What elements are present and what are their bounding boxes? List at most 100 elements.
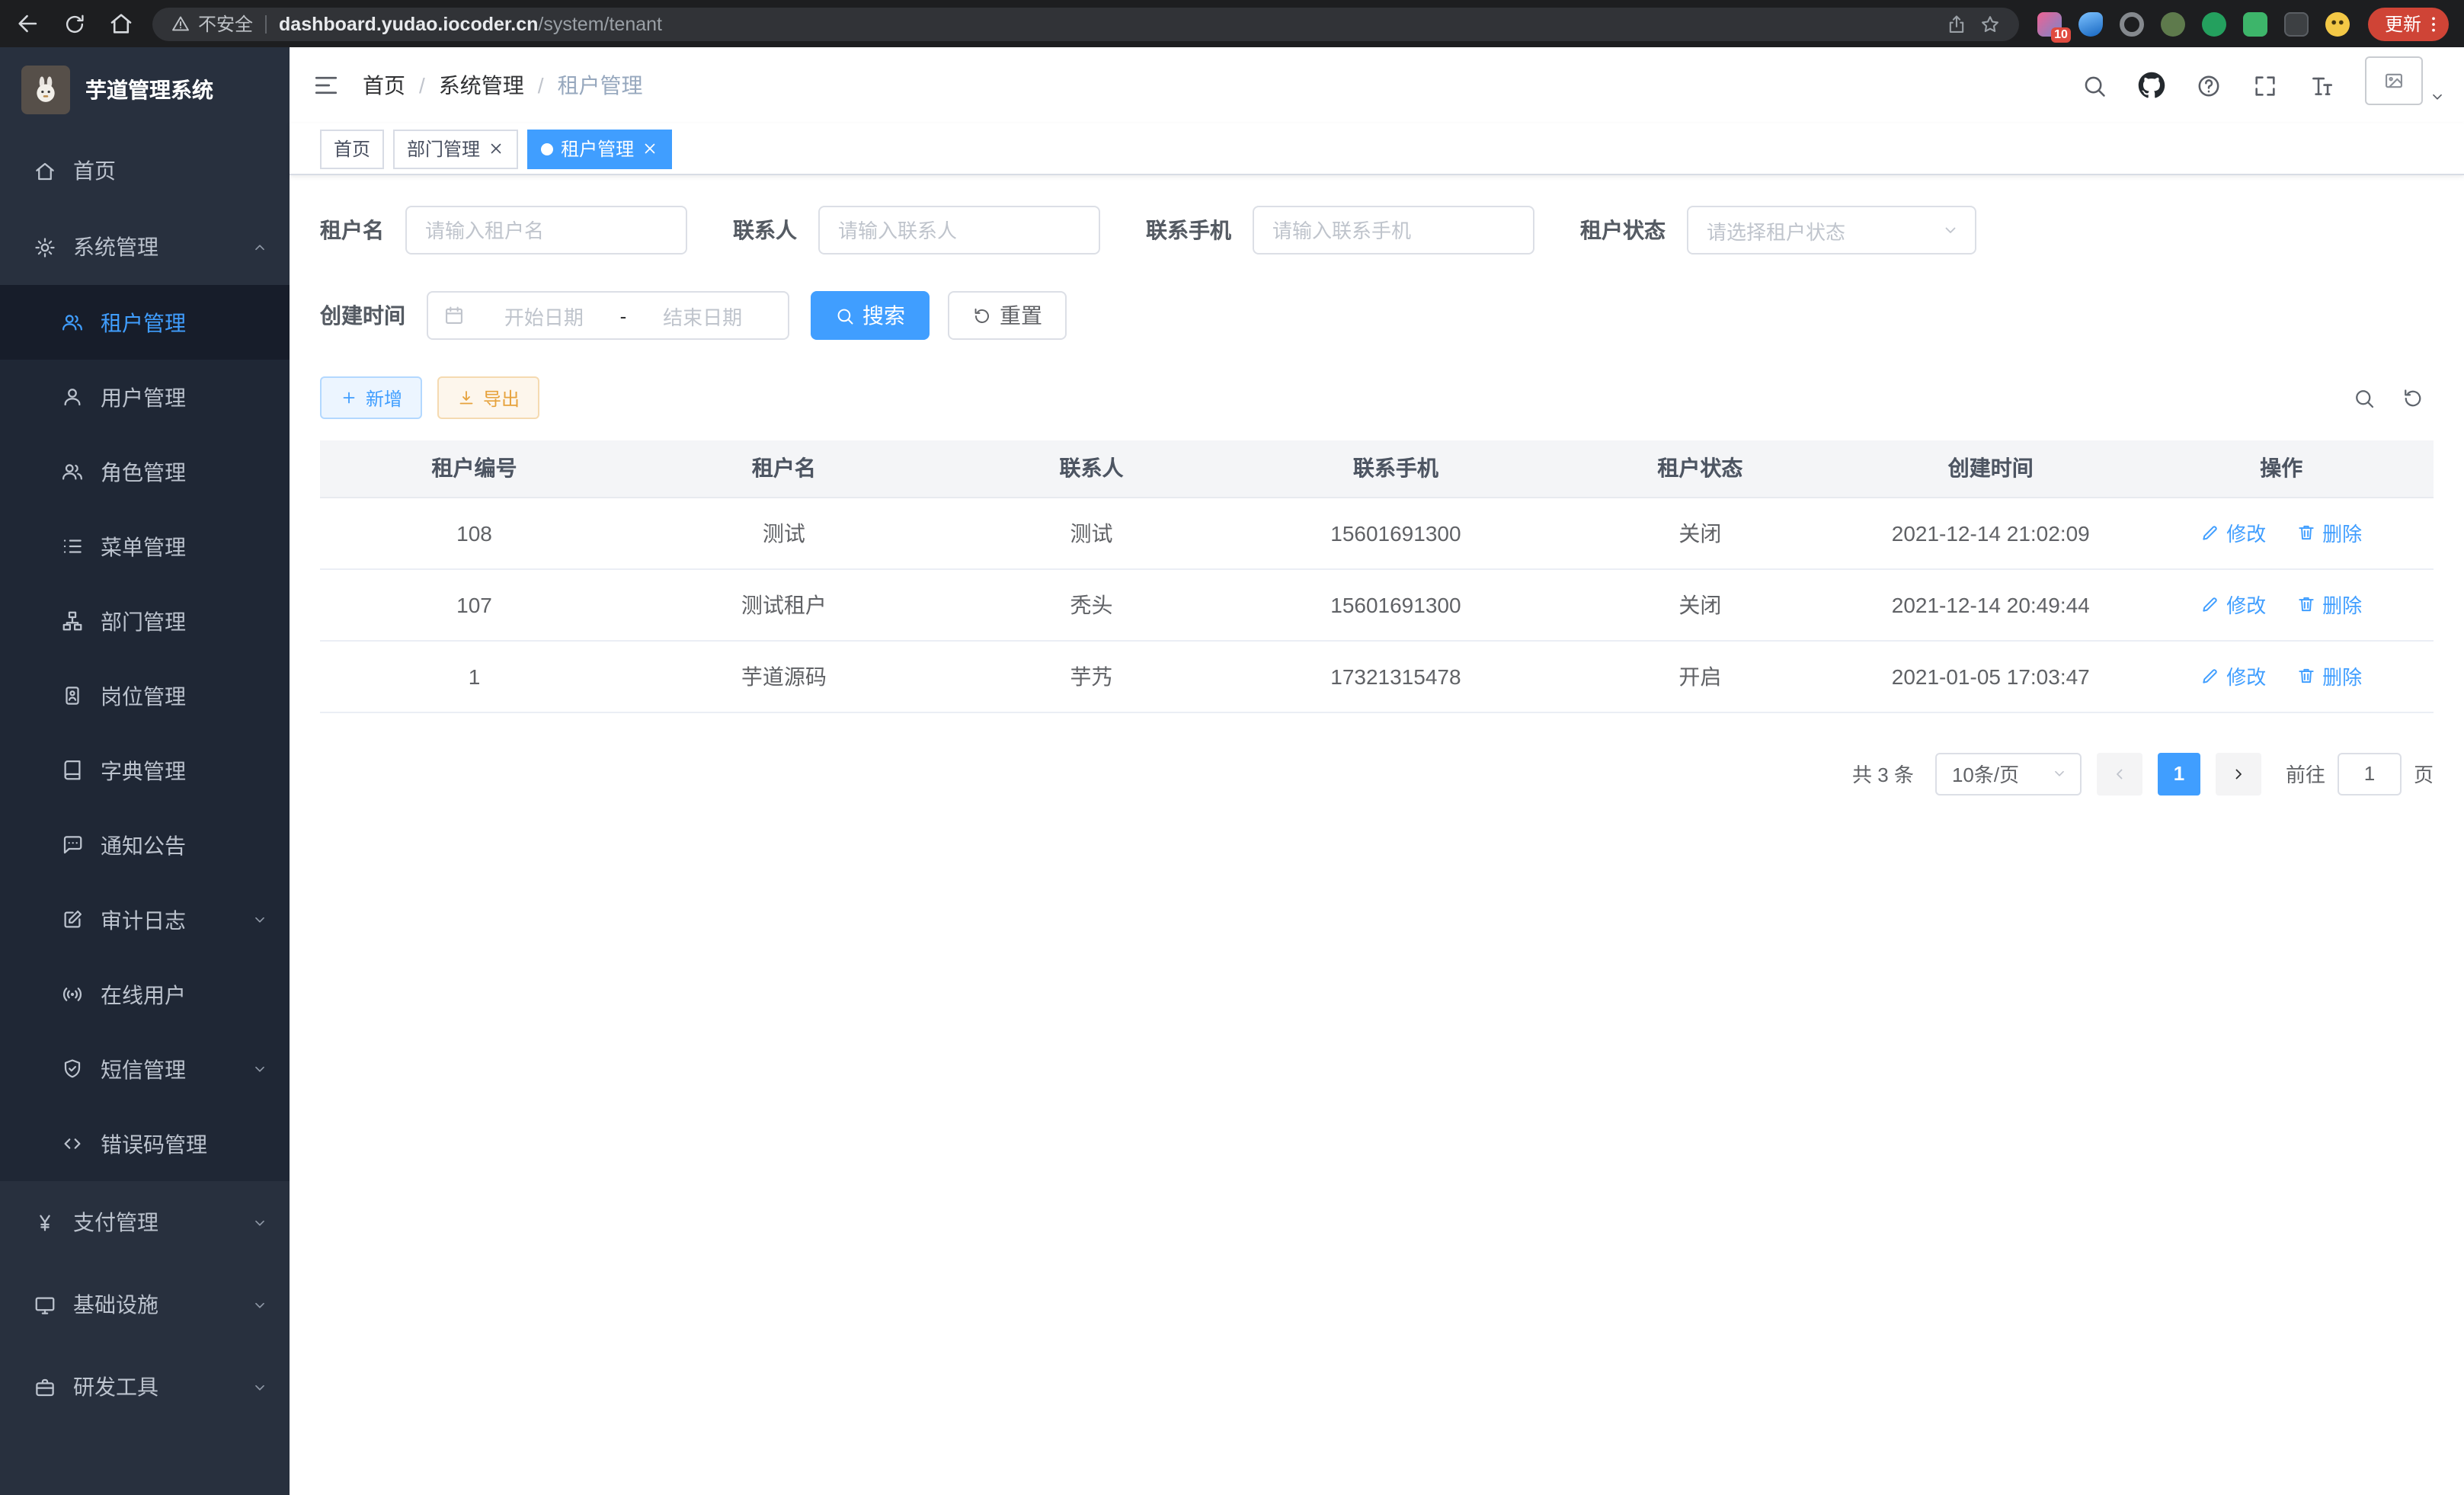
extension-icon[interactable] xyxy=(2161,11,2185,36)
sidebar-item-infra[interactable]: 基础设施 xyxy=(0,1263,290,1346)
delete-link[interactable]: 删除 xyxy=(2296,661,2362,690)
sidebar-item-sms[interactable]: 短信管理 xyxy=(0,1032,290,1106)
search-button[interactable]: 搜索 xyxy=(811,291,930,340)
browser-chrome: 不安全 dashboard.yudao.iocoder.cn/system/te… xyxy=(0,0,2464,47)
date-range-picker[interactable]: 开始日期 - 结束日期 xyxy=(427,291,789,340)
extension-icon[interactable] xyxy=(2284,11,2309,36)
sidebar-item-error-code[interactable]: 错误码管理 xyxy=(0,1106,290,1181)
contact-input[interactable] xyxy=(818,206,1100,255)
tab-home[interactable]: 首页 xyxy=(320,129,384,168)
fullscreen-icon[interactable] xyxy=(2237,47,2293,123)
extension-icon[interactable] xyxy=(2243,11,2267,36)
sidebar-item-tenant[interactable]: 租户管理 xyxy=(0,285,290,360)
sidebar-item-payment[interactable]: 支付管理 xyxy=(0,1181,290,1263)
tenant-status-select[interactable]: 请选择租户状态 xyxy=(1687,206,1976,255)
sidebar-item-audit-log[interactable]: 审计日志 xyxy=(0,882,290,957)
warning-icon xyxy=(171,14,190,34)
page-size-select[interactable]: 10条/页 xyxy=(1935,752,2082,795)
back-icon[interactable] xyxy=(15,11,41,37)
sidebar-item-dept[interactable]: 部门管理 xyxy=(0,584,290,658)
created-at-cell: 2021-12-14 20:49:44 xyxy=(1852,568,2129,640)
export-button[interactable]: 导出 xyxy=(437,376,539,419)
reset-button[interactable]: 重置 xyxy=(948,291,1067,340)
security-indicator[interactable]: 不安全 xyxy=(171,11,253,37)
tab-dept[interactable]: 部门管理 xyxy=(393,129,518,168)
docs-question-icon[interactable] xyxy=(2181,47,2237,123)
add-button[interactable]: 新增 xyxy=(320,376,422,419)
app-title: 芋道管理系统 xyxy=(85,75,213,105)
chevron-down-icon xyxy=(1941,221,1960,239)
delete-link[interactable]: 删除 xyxy=(2296,590,2362,619)
browser-home-icon[interactable] xyxy=(108,11,134,37)
close-icon[interactable] xyxy=(642,140,658,157)
extension-icon[interactable] xyxy=(2202,11,2226,36)
breadcrumb-separator: / xyxy=(538,73,544,98)
pagination: 共 3 条 10条/页 1 前往 页 xyxy=(320,752,2434,795)
dict-book-icon xyxy=(61,759,84,782)
tab-label: 部门管理 xyxy=(407,136,480,162)
delete-link[interactable]: 删除 xyxy=(2296,518,2362,547)
github-icon[interactable] xyxy=(2123,47,2181,123)
page-unit-label: 页 xyxy=(2414,759,2434,788)
header-search-icon[interactable] xyxy=(2066,47,2123,123)
share-icon[interactable] xyxy=(1946,13,1967,34)
tab-tenant[interactable]: 租户管理 xyxy=(527,129,672,168)
extension-icon[interactable] xyxy=(2078,11,2103,36)
table-toolbar: 新增 导出 xyxy=(320,376,2434,419)
goto-page-input[interactable] xyxy=(2338,752,2402,795)
refresh-table-icon[interactable] xyxy=(2402,386,2424,409)
bookmark-star-icon[interactable] xyxy=(1979,13,2001,34)
user-avatar-menu[interactable] xyxy=(2365,56,2446,114)
toggle-search-icon[interactable] xyxy=(2353,386,2376,409)
avatar[interactable] xyxy=(2365,56,2423,105)
address-bar[interactable]: 不安全 dashboard.yudao.iocoder.cn/system/te… xyxy=(152,7,2019,40)
extension-icon[interactable] xyxy=(2120,11,2144,36)
close-icon[interactable] xyxy=(488,140,504,157)
phone-input[interactable] xyxy=(1253,206,1534,255)
sidebar-item-label: 租户管理 xyxy=(101,307,186,338)
contact-cell: 秃头 xyxy=(939,568,1243,640)
sidebar-item-devtools[interactable]: 研发工具 xyxy=(0,1346,290,1428)
sidebar-item-post[interactable]: 岗位管理 xyxy=(0,658,290,733)
tags-view: 首页 部门管理 租户管理 xyxy=(290,123,2464,175)
edit-link[interactable]: 修改 xyxy=(2200,518,2266,547)
pagination-total: 共 3 条 xyxy=(1852,759,1914,788)
breadcrumb-system[interactable]: 系统管理 xyxy=(439,70,524,101)
sidebar-item-menu[interactable]: 菜单管理 xyxy=(0,509,290,584)
font-size-icon[interactable] xyxy=(2293,47,2350,123)
reload-icon[interactable] xyxy=(62,11,87,36)
page-number-button[interactable]: 1 xyxy=(2158,752,2200,795)
table-row: 107 测试租户 秃头 15601691300 关闭 2021-12-14 20… xyxy=(320,568,2434,640)
sidebar-item-role[interactable]: 角色管理 xyxy=(0,434,290,509)
column-header: 租户名 xyxy=(629,440,939,497)
post-badge-icon xyxy=(61,684,84,707)
table-header-row: 租户编号 租户名 联系人 联系手机 租户状态 创建时间 操作 xyxy=(320,440,2434,497)
extension-icon[interactable]: 10 xyxy=(2037,11,2062,36)
table-row: 108 测试 测试 15601691300 关闭 2021-12-14 21:0… xyxy=(320,497,2434,568)
breadcrumb-home[interactable]: 首页 xyxy=(363,70,405,101)
extension-badge: 10 xyxy=(2051,27,2071,42)
sidebar-item-user[interactable]: 用户管理 xyxy=(0,360,290,434)
browser-update-button[interactable]: 更新 xyxy=(2368,7,2449,40)
sms-shield-icon xyxy=(61,1058,84,1080)
sidebar-item-notice[interactable]: 通知公告 xyxy=(0,808,290,882)
edit-link[interactable]: 修改 xyxy=(2200,661,2266,690)
kebab-menu-icon[interactable] xyxy=(2423,13,2444,34)
sidebar-item-dict[interactable]: 字典管理 xyxy=(0,733,290,808)
sidebar-toggle-icon[interactable] xyxy=(290,47,363,123)
user-icon xyxy=(61,386,84,408)
sidebar-item-home[interactable]: 首页 xyxy=(0,133,290,209)
active-tab-dot xyxy=(541,142,553,155)
chevron-left-icon xyxy=(2110,764,2129,783)
next-page-button[interactable] xyxy=(2216,752,2261,795)
tenant-name-input[interactable] xyxy=(405,206,687,255)
extension-icon[interactable] xyxy=(2325,11,2350,36)
sidebar-item-system[interactable]: 系统管理 xyxy=(0,209,290,285)
trash-icon xyxy=(2296,523,2316,543)
prev-page-button[interactable] xyxy=(2097,752,2142,795)
create-time-label: 创建时间 xyxy=(320,300,405,331)
edit-link[interactable]: 修改 xyxy=(2200,590,2266,619)
sidebar-item-online-users[interactable]: 在线用户 xyxy=(0,957,290,1032)
app-logo[interactable]: 芋道管理系统 xyxy=(0,47,290,133)
phone-cell: 15601691300 xyxy=(1243,497,1547,568)
